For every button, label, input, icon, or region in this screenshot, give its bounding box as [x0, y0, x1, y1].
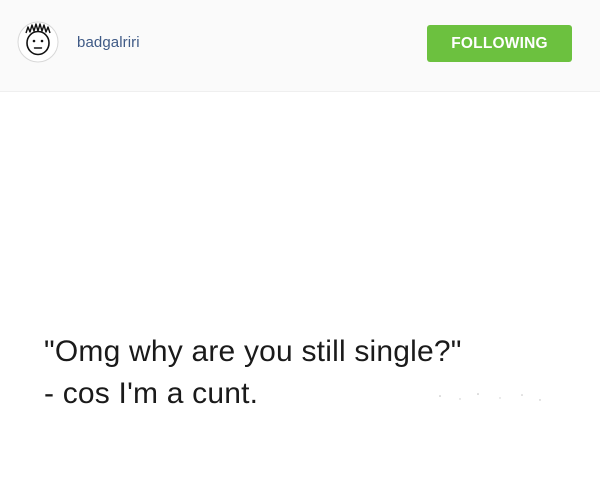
cartoon-face-avatar-icon [17, 21, 59, 63]
quote-line-question: "Omg why are you still single?" [44, 335, 462, 368]
image-artifacts [439, 393, 541, 401]
instagram-post: badgalriri FOLLOWING "Omg why are you st… [0, 0, 600, 483]
username-link[interactable]: badgalriri [77, 34, 140, 51]
following-button[interactable]: FOLLOWING [427, 25, 572, 62]
post-image: "Omg why are you still single?" - cos I'… [0, 92, 600, 483]
post-header: badgalriri FOLLOWING [0, 0, 600, 92]
quote-line-answer: - cos I'm a cunt. [44, 377, 259, 410]
avatar[interactable] [17, 21, 59, 63]
